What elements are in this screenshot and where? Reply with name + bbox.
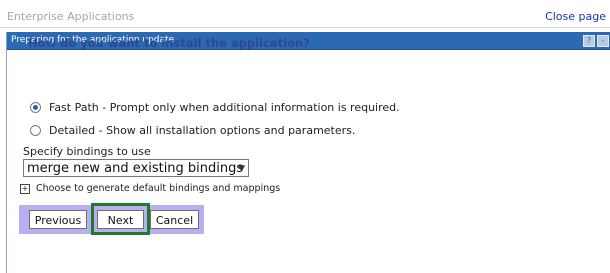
close-page-link[interactable]: Close page — [545, 10, 606, 23]
install-question: How do you want to install the applicati… — [28, 36, 310, 50]
previous-button[interactable]: Previous — [29, 210, 87, 229]
panel-header-icons: ? - — [583, 35, 609, 47]
dropdown-arrow-icon[interactable]: ▼ — [238, 160, 245, 178]
page-header: Enterprise Applications Close page — [0, 0, 610, 28]
bindings-select[interactable]: merge new and existing bindings ▼ — [23, 159, 249, 177]
generate-defaults-row[interactable]: + Choose to generate default bindings an… — [20, 183, 280, 194]
fast-path-label: Fast Path - Prompt only when additional … — [49, 101, 400, 114]
bindings-select-value: merge new and existing bindings — [27, 161, 244, 176]
detailed-option[interactable]: Detailed - Show all installation options… — [30, 124, 355, 137]
detailed-label: Detailed - Show all installation options… — [49, 124, 356, 137]
next-button-highlight — [91, 203, 150, 235]
fast-path-radio[interactable] — [30, 102, 41, 113]
cancel-button[interactable]: Cancel — [150, 210, 199, 229]
fast-path-option[interactable]: Fast Path - Prompt only when additional … — [30, 101, 400, 114]
help-icon[interactable]: ? — [583, 35, 595, 47]
expand-icon[interactable]: + — [20, 183, 30, 194]
generate-defaults-label: Choose to generate default bindings and … — [36, 183, 281, 194]
detailed-radio[interactable] — [30, 125, 41, 136]
divider — [0, 27, 610, 28]
minimize-icon[interactable]: - — [597, 35, 609, 47]
app-title: Enterprise Applications — [7, 10, 135, 23]
bindings-label: Specify bindings to use — [23, 145, 151, 158]
